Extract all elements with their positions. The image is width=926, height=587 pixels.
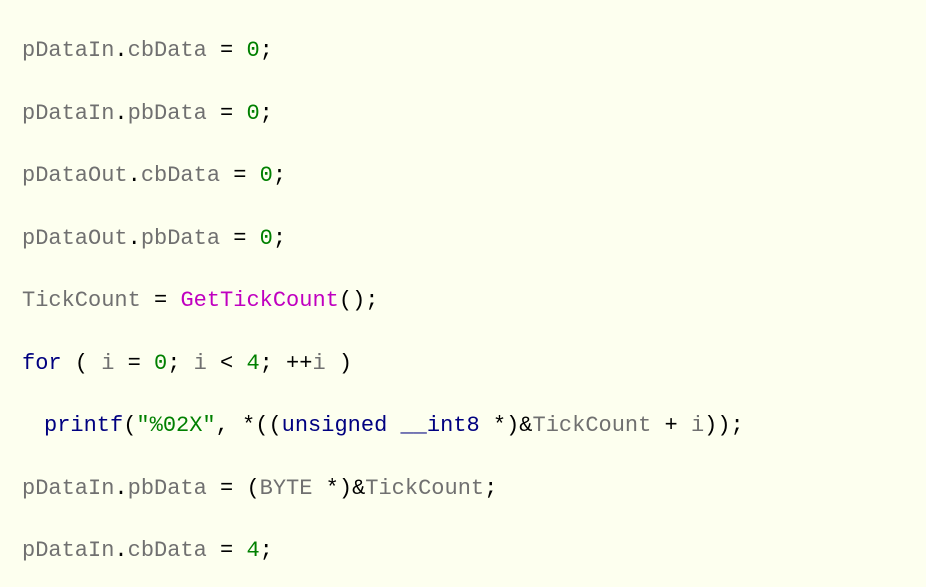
punct: . [114,38,127,63]
op: < [207,351,247,376]
punct: *)& [480,413,533,438]
number: 0 [246,38,259,63]
member: pbData [128,101,207,126]
op: + [651,413,691,438]
punct: ; [167,351,193,376]
punct: . [114,476,127,501]
var: TickCount [365,476,484,501]
number: 0 [246,101,259,126]
code-line: TickCount = GetTickCount(); [0,285,926,316]
punct: . [128,226,141,251]
code-line: pDataIn.pbData = (BYTE *)&TickCount; [0,473,926,504]
punct: ( [123,413,136,438]
member: pbData [141,226,220,251]
var: pDataIn [22,538,114,563]
op: = [141,288,181,313]
op: = [114,351,154,376]
punct: ; [260,538,273,563]
code-block: pDataIn.cbData = 0; pDataIn.pbData = 0; … [0,0,926,587]
function-call: printf [44,413,123,438]
var: pDataIn [22,476,114,501]
code-line: pDataOut.cbData = 0; [0,160,926,191]
code-line: pDataIn.pbData = 0; [0,98,926,129]
var: i [101,351,114,376]
op: = [207,101,247,126]
code-line: printf("%02X", *((unsigned __int8 *)&Tic… [0,410,926,441]
punct: ; [260,101,273,126]
number: 0 [260,226,273,251]
member: cbData [141,163,220,188]
punct: ; [484,476,497,501]
punct: ( [62,351,102,376]
type: unsigned __int8 [282,413,480,438]
code-line: for ( i = 0; i < 4; ++i ) [0,348,926,379]
op: = [220,226,260,251]
var: TickCount [533,413,652,438]
var: TickCount [22,288,141,313]
var: i [312,351,325,376]
punct: . [114,538,127,563]
number: 0 [260,163,273,188]
var: pDataIn [22,38,114,63]
punct: )); [704,413,744,438]
code-line: pDataIn.cbData = 0; [0,35,926,66]
op: ; ++ [260,351,313,376]
number: 4 [246,351,259,376]
punct: ) [326,351,352,376]
punct: . [114,101,127,126]
op: = ( [207,476,260,501]
number: 4 [246,538,259,563]
punct: (); [339,288,379,313]
code-line: pDataIn.cbData = 4; [0,535,926,566]
string: "%02X" [136,413,215,438]
punct: . [128,163,141,188]
member: cbData [128,38,207,63]
function-call: GetTickCount [180,288,338,313]
var: pDataOut [22,163,128,188]
var: pDataOut [22,226,128,251]
type: BYTE [260,476,313,501]
code-line: pDataOut.pbData = 0; [0,223,926,254]
punct: , *(( [216,413,282,438]
punct: ; [260,38,273,63]
keyword: for [22,351,62,376]
op: = [220,163,260,188]
var: pDataIn [22,101,114,126]
punct: ; [273,163,286,188]
member: pbData [128,476,207,501]
punct: ; [273,226,286,251]
member: cbData [128,538,207,563]
op: = [207,38,247,63]
op: = [207,538,247,563]
var: i [691,413,704,438]
number: 0 [154,351,167,376]
var: i [194,351,207,376]
punct: *)& [312,476,365,501]
